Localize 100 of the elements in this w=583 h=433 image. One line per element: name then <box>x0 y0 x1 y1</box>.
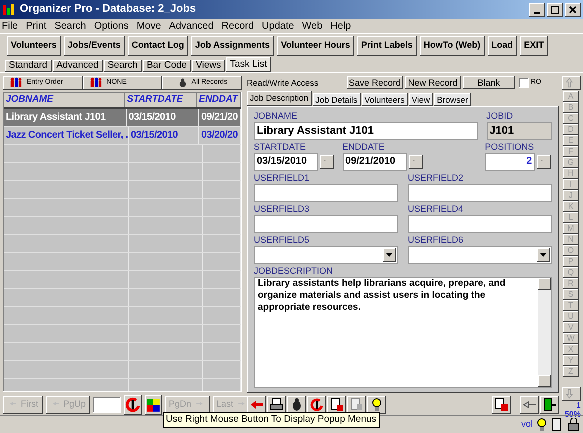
scrollbar[interactable] <box>538 278 551 388</box>
dropdown-field[interactable] <box>254 246 398 264</box>
userfield-input[interactable] <box>408 214 552 233</box>
field-label: STARTDATE <box>254 142 308 153</box>
door-button[interactable] <box>540 396 559 414</box>
userfield-input[interactable] <box>254 214 398 233</box>
form-tab[interactable]: Job Description <box>247 90 312 106</box>
refresh-button[interactable] <box>124 395 142 415</box>
grid-cell-text: 03/15/2010 <box>130 129 180 143</box>
minimize-button[interactable] <box>529 2 545 16</box>
grid-cell-text: 03/15/2010 <box>128 111 177 125</box>
minimize-icon <box>534 12 540 14</box>
menu-item[interactable]: Update <box>262 18 294 34</box>
mode-tab[interactable]: Task List <box>226 57 272 72</box>
refresh-icon <box>310 398 324 412</box>
date-picker-button[interactable] <box>408 154 423 169</box>
access-label: Read/Write Access <box>247 76 320 90</box>
page-input[interactable] <box>93 397 122 413</box>
menu-item[interactable]: Options <box>94 18 129 34</box>
field-label: USERFIELD4 <box>408 204 465 215</box>
door-icon <box>542 398 556 412</box>
field-label: JOBDESCRIPTION <box>254 266 334 277</box>
userfield-input[interactable] <box>254 184 398 202</box>
menu-item[interactable]: Record <box>222 18 254 34</box>
lightbulb-icon <box>535 418 549 432</box>
form-tab[interactable]: Job Details <box>312 92 361 106</box>
printer-icon <box>270 398 284 412</box>
column-header[interactable]: STARTDATE <box>125 93 198 107</box>
field-label: USERFIELD3 <box>254 204 311 215</box>
form-tab[interactable]: View <box>408 92 434 106</box>
mode-tab[interactable]: Advanced <box>52 60 103 72</box>
maximize-button[interactable] <box>547 2 563 16</box>
grid-row[interactable]: Jazz Concert Ticket Seller, . 03/15/2010 03/20/20 <box>4 127 241 145</box>
field-label: USERFIELD6 <box>408 234 465 246</box>
jobname-field[interactable]: Library Assistant J101 <box>254 122 478 140</box>
toolbar-button[interactable]: Jobs/Events <box>64 36 125 56</box>
grid-cell-text: 09/21/20 <box>200 111 239 125</box>
toolbar-button[interactable]: Job Assignments <box>191 36 274 56</box>
date-picker-button[interactable] <box>320 154 334 169</box>
grid-cell-text: Jazz Concert Ticket Seller, . <box>5 129 130 143</box>
lightbulb-button[interactable] <box>367 396 386 414</box>
lock-icon <box>567 418 581 432</box>
field-label: ENDDATE <box>342 142 386 153</box>
field-label: USERFIELD1 <box>254 172 311 184</box>
picker-button[interactable] <box>537 154 552 169</box>
close-icon <box>569 6 577 14</box>
enddate-field[interactable]: 09/21/2010 <box>342 152 407 171</box>
mode-tab[interactable]: Views <box>192 60 226 72</box>
form-tab[interactable]: Volunteers <box>362 92 408 106</box>
toolbar-button[interactable]: Load <box>488 36 518 56</box>
column-header[interactable]: JOBNAME <box>4 93 126 107</box>
up-arrow-icon <box>566 77 576 89</box>
scroll-up-button[interactable] <box>562 76 580 90</box>
form-tab[interactable]: Browser <box>434 92 472 106</box>
toolbar-button[interactable]: HowTo (Web) <box>420 36 485 56</box>
ro-checkbox[interactable] <box>519 78 529 88</box>
close-button[interactable] <box>565 2 581 16</box>
field-label: USERFIELD5 <box>254 234 311 246</box>
dropdown-field[interactable] <box>408 246 552 264</box>
userfield-input[interactable] <box>408 184 552 202</box>
toolbar-button[interactable]: Contact Log <box>128 36 188 56</box>
menu-item[interactable]: Print <box>26 18 47 34</box>
mode-tab[interactable]: Bar Code <box>142 60 192 72</box>
mode-tab[interactable]: Search <box>104 60 142 72</box>
record-button[interactable]: New Record <box>405 76 461 90</box>
positions-field[interactable]: 2 <box>485 152 536 171</box>
startdate-field[interactable]: 03/15/2010 <box>254 152 318 171</box>
field-label: USERFIELD2 <box>408 172 465 184</box>
people-icon <box>8 77 24 89</box>
maximize-icon <box>551 6 559 14</box>
menu-item[interactable]: Search <box>54 18 86 34</box>
scroll-down-button[interactable] <box>562 387 580 401</box>
down-arrow-icon <box>566 388 576 400</box>
grid-cell-text: 03/20/20 <box>200 129 239 143</box>
record-button[interactable]: Blank <box>463 76 515 90</box>
record-button[interactable]: Save Record <box>347 76 403 90</box>
page-number: 1 <box>576 402 581 410</box>
menu-item[interactable]: Advanced <box>169 18 214 34</box>
column-header[interactable]: ENDDAT <box>197 93 241 107</box>
window-title: Organizer Pro - Database: 2_Jobs <box>20 2 196 18</box>
menu-item[interactable]: Web <box>302 18 323 34</box>
mode-tab[interactable]: Standard <box>5 60 52 72</box>
field-label: POSITIONS <box>485 142 536 153</box>
app-icon <box>2 2 16 16</box>
document-button[interactable] <box>492 396 511 414</box>
tooltip: Use Right Mouse Button To Display Popup Menus <box>163 412 380 428</box>
menu-item[interactable]: Help <box>330 18 352 34</box>
grid-cell-text: Library Assistant J101 <box>5 111 107 125</box>
color-grid-button[interactable] <box>145 395 162 415</box>
menu-item[interactable]: Move <box>136 18 162 34</box>
field-label: JOBID <box>486 110 514 122</box>
toolbar-button[interactable]: Volunteers <box>7 36 61 56</box>
toolbar-button[interactable]: Print Labels <box>357 36 417 56</box>
refresh-icon <box>125 397 142 413</box>
vol-label: vol <box>521 418 533 431</box>
toolbar-button[interactable]: EXIT <box>520 36 548 56</box>
toolbar-button[interactable]: Volunteer Hours <box>277 36 354 56</box>
grid-row[interactable]: Library Assistant J101 03/15/2010 09/21/20 <box>4 109 241 127</box>
lightbulb-icon <box>370 398 384 412</box>
menu-item[interactable]: File <box>2 18 18 34</box>
